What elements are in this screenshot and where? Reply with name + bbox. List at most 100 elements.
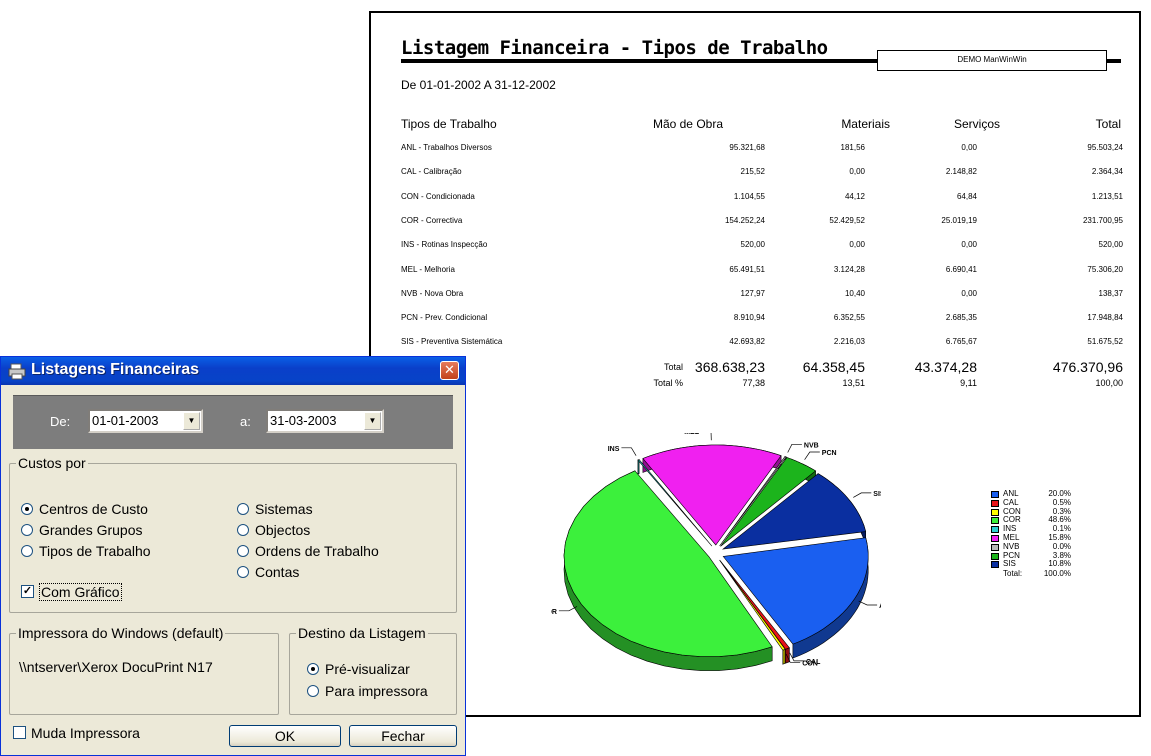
radio[interactable] (237, 503, 249, 515)
pie-label: SIS (873, 491, 881, 498)
pie-leader-line (710, 433, 712, 441)
radio-selected[interactable] (307, 663, 319, 675)
report-title: Listagem Financeira - Tipos de Trabalho (401, 37, 828, 59)
radio[interactable] (237, 566, 249, 578)
table-row: COR - Correctiva 154.252,24 52.429,52 25.01… (401, 216, 1123, 230)
table-cell: CAL - Calibração (401, 167, 462, 177)
chevron-down-icon[interactable]: ▼ (183, 412, 200, 430)
col-header-labour: Mão de Obra (652, 117, 723, 131)
table-cell: INS - Rotinas Inspecção (401, 240, 488, 250)
printer-icon (8, 363, 26, 380)
table-cell: 1.104,55 (733, 191, 765, 201)
table-cell: ANL - Trabalhos Diversos (401, 143, 492, 152)
pie-leader-line (621, 447, 637, 456)
pie-leader-line (804, 451, 820, 460)
to-date-value: 31-03-2003 (270, 413, 337, 428)
table-cell: 6.690,41 (945, 264, 977, 274)
total-pct-row: Total % 77,38 13,51 9,11 100,00 (401, 378, 1123, 390)
table-row: CAL - Calibração 215,52 0,00 2.148,82 2.364,… (401, 167, 1123, 181)
table-row: ANL - Trabalhos Diversos 95.321,68 181,56 0… (401, 143, 1123, 157)
table-cell: 65.491,51 (729, 264, 765, 274)
col-header-materials: Materiais (841, 117, 890, 131)
radio[interactable] (21, 524, 33, 536)
pie-leader-line (787, 443, 802, 453)
total-pct-label: Total % (653, 378, 683, 388)
table-cell: 0,00 (849, 167, 865, 177)
col-header-type: Tipos de Trabalho (401, 117, 497, 131)
table-cell: MEL - Melhoria (401, 264, 455, 274)
from-date-combo[interactable]: 01-01-2003 ▼ (88, 409, 203, 433)
pie-chart: ANLCALCONCORINSMELNVBPCNSIS (551, 433, 881, 671)
radio-selected[interactable] (21, 503, 33, 515)
total-pct-services: 9,11 (960, 378, 977, 388)
table-row: NVB - Nova Obra 127,97 10,40 0,00 138,37 (401, 289, 1123, 303)
dialog-titlebar[interactable]: Listagens Financeiras ✕ (1, 357, 465, 385)
pie-slice-side (785, 647, 790, 664)
legend-total-value: 100.0% (1043, 569, 1071, 579)
table-cell: 154.252,24 (724, 215, 765, 225)
windows-printer-label: Impressora do Windows (default) (16, 625, 226, 641)
table-cell: 0,00 (961, 240, 977, 250)
to-date-combo[interactable]: 31-03-2003 ▼ (266, 409, 384, 433)
table-cell: 2.685,35 (945, 313, 977, 323)
to-label: a: (240, 414, 251, 429)
table-cell: 0,00 (961, 288, 977, 298)
dialog-title: Listagens Financeiras (31, 361, 200, 378)
table-cell: CON - Condicionada (401, 191, 475, 201)
report-period: De 01-01-2002 A 31-12-2002 (401, 78, 556, 92)
legend-name: SIS (1003, 559, 1016, 569)
table-row: INS - Rotinas Inspecção 520,00 0,00 0,00 520… (401, 240, 1123, 254)
report-company-box: DEMO ManWinWin (877, 50, 1107, 71)
from-date-value: 01-01-2003 (92, 413, 159, 428)
table-cell: NVB - Nova Obra (401, 288, 464, 298)
legend-swatch (991, 543, 999, 551)
pie-label: CON (802, 660, 818, 667)
col-header-services: Serviços (953, 117, 1000, 131)
table-cell: 25.019,19 (941, 215, 977, 225)
total-total: 476.370,96 (1052, 359, 1123, 375)
pie-leader-line (853, 492, 872, 498)
total-row: Total 368.638,23 64.358,45 43.374,28 476… (401, 359, 1123, 375)
close-icon[interactable]: ✕ (440, 361, 459, 380)
table-cell: 75.306,20 (1087, 264, 1123, 274)
ok-button[interactable]: OK (229, 725, 341, 747)
table-cell: 138,37 (1098, 288, 1123, 298)
legend-swatch (991, 526, 999, 534)
pie-label: COR (551, 609, 557, 616)
table-cell: 2.148,82 (945, 167, 977, 177)
legend-swatch (991, 508, 999, 516)
report-page: Listagem Financeira - Tipos de Trabalho … (369, 11, 1141, 717)
total-pct-materials: 13,51 (842, 378, 865, 388)
checkbox-checked[interactable]: ✓ (21, 585, 34, 598)
total-labour: 368.638,23 (694, 359, 765, 375)
pie-leader-line (858, 600, 878, 606)
radio[interactable] (237, 545, 249, 557)
table-cell: 520,00 (740, 240, 765, 250)
table-cell: 127,97 (740, 288, 765, 298)
checkbox[interactable] (13, 726, 26, 739)
table-cell: 6.765,67 (945, 337, 977, 347)
chevron-down-icon[interactable]: ▼ (364, 412, 381, 430)
costs-by-label: Custos por (16, 455, 88, 471)
table-row: PCN - Prev. Condicional 8.910,94 6.352,55 2… (401, 313, 1123, 327)
date-range-panel: De: 01-01-2003 ▼ a: 31-03-2003 ▼ (13, 395, 453, 449)
pie-label: NVB (804, 442, 819, 449)
table-cell: 52.429,52 (829, 215, 865, 225)
table-cell: 64,84 (956, 191, 977, 201)
table-cell: SIS - Preventiva Sistemática (401, 337, 503, 347)
total-label: Total (663, 362, 683, 372)
legend-swatch (991, 561, 999, 569)
destination-label: Destino da Listagem (296, 625, 428, 641)
radio[interactable] (307, 685, 319, 697)
table-cell: 6.352,55 (833, 313, 865, 323)
table-cell: 2.216,03 (833, 337, 865, 347)
table-cell: 231.700,95 (1082, 215, 1123, 225)
table-cell: 42.693,82 (729, 337, 765, 347)
radio[interactable] (237, 524, 249, 536)
table-cell: 3.124,28 (833, 264, 865, 274)
legend-swatch (991, 491, 999, 498)
radio[interactable] (21, 545, 33, 557)
close-button[interactable]: Fechar (349, 725, 457, 747)
table-row: MEL - Melhoria 65.491,51 3.124,28 6.690,41 7… (401, 265, 1123, 279)
table-cell: 95.321,68 (729, 143, 765, 152)
